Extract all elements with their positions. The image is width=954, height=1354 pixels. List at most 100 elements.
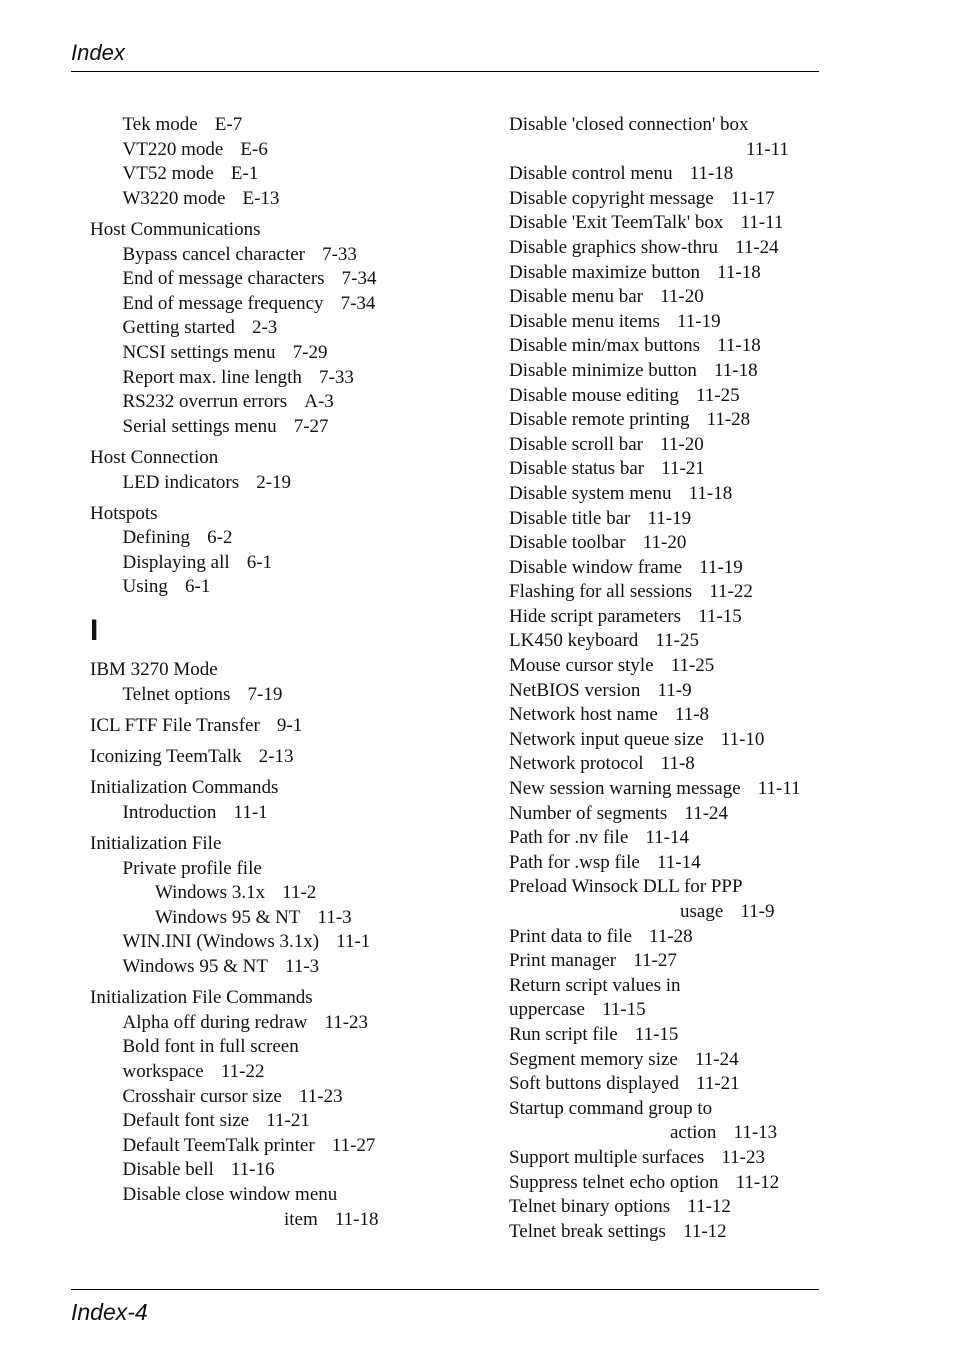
entry-text: Soft buttons displayed <box>509 1073 679 1095</box>
index-entry: Disable control menu 11-18 <box>509 162 829 187</box>
page-reference: 11-18 <box>713 359 758 381</box>
index-heading: Host Connection <box>90 446 219 468</box>
index-entry: Disable 'Exit TeemTalk' box 11-11 <box>509 211 829 236</box>
index-subentry: End of message characters 7-34 <box>90 267 490 292</box>
index-subentry: Default font size 11-21 <box>90 1109 490 1134</box>
entry-text: Disable scroll bar <box>509 433 644 455</box>
index-heading: Initialization File <box>90 833 222 854</box>
entry-text: Serial settings menu <box>122 415 277 437</box>
index-heading: IBM 3270 Mode <box>90 659 218 681</box>
entry-text: Suppress telnet echo option <box>509 1171 719 1193</box>
entry-text: Disable minimize button <box>509 359 697 381</box>
index-heading: Hotspots <box>90 502 158 524</box>
page-reference: 11-15 <box>634 1023 679 1045</box>
entry-text: End of message frequency <box>122 292 324 314</box>
entry-text: Print data to file <box>509 925 632 947</box>
index-group-icl-ftf: ICL FTF File Transfer 9-1 <box>90 714 490 739</box>
index-group-iconizing: Iconizing TeemTalk 2-13 <box>90 745 490 770</box>
entry-text: Telnet options <box>122 683 231 705</box>
index-entry: Suppress telnet echo option 11-12 <box>509 1171 829 1196</box>
index-group-init-file: Initialization File Private profile file… <box>90 832 490 980</box>
entry-text: LED indicators <box>122 471 240 493</box>
page-reference: 11-8 <box>674 704 710 726</box>
entry-text: VT220 mode <box>122 138 224 160</box>
entry-text: VT52 mode <box>122 163 214 185</box>
entry-text: Disable window frame <box>509 556 683 578</box>
index-entry: Disable mouse editing 11-25 <box>509 384 829 409</box>
page-reference: 11-18 <box>689 163 734 185</box>
entry-text: Hide script parameters <box>509 605 681 627</box>
page-reference: 11-15 <box>602 999 646 1021</box>
index-subentry: Crosshair cursor size 11-23 <box>90 1085 490 1110</box>
entry-text: Preload Winsock DLL for PPP <box>509 876 743 898</box>
index-entry: Number of segments 11-24 <box>509 802 829 827</box>
index-entry: Startup command group to <box>509 1097 829 1122</box>
entry-text: Crosshair cursor size <box>122 1085 282 1107</box>
page-reference: 11-23 <box>298 1085 343 1107</box>
page-reference: 11-21 <box>266 1110 310 1132</box>
entry-text: Disable menu items <box>509 310 660 332</box>
entry-text: Run script file <box>509 1023 618 1045</box>
index-entry: NetBIOS version 11-9 <box>509 679 829 704</box>
entry-text: WIN.INI (Windows 3.1x) <box>122 931 320 953</box>
index-entry: Support multiple surfaces 11-23 <box>509 1146 829 1171</box>
page-reference: 11-22 <box>220 1060 265 1082</box>
entry-text: Disable status bar <box>509 458 645 480</box>
entry-text: Displaying all <box>122 551 230 573</box>
index-subentry: Getting started 2-3 <box>90 316 490 341</box>
index-entry: Preload Winsock DLL for PPP <box>509 875 829 900</box>
entry-text: Using <box>122 576 168 598</box>
index-subheading: Private profile file <box>122 857 262 879</box>
page-reference: 11-18 <box>334 1208 379 1230</box>
page-reference: 11-19 <box>677 310 721 332</box>
index-entry-continuation: usage 11-9 <box>509 900 829 925</box>
page-reference: 7-33 <box>322 243 357 265</box>
entry-text: Tek mode <box>122 114 198 135</box>
page-reference: 11-11 <box>757 778 801 800</box>
index-entry: Disable remote printing 11-28 <box>509 408 829 433</box>
page-reference: E-1 <box>230 163 259 185</box>
page-reference: E-13 <box>242 187 280 209</box>
index-entry-continuation: 11-11 <box>509 138 829 163</box>
index-entry: Disable 'closed connection' box <box>509 113 829 138</box>
index-subentry: Defining 6-2 <box>90 526 490 551</box>
index-subentry: WIN.INI (Windows 3.1x) 11-1 <box>90 930 490 955</box>
entry-text: NCSI settings menu <box>122 341 276 363</box>
entry-text: Disable graphics show-thru <box>509 236 718 258</box>
entry-text: Disable control menu <box>509 163 673 185</box>
index-heading: Initialization Commands <box>90 777 279 799</box>
entry-text: Disable close window menu <box>122 1183 338 1205</box>
index-entry: Network protocol 11-8 <box>509 752 829 777</box>
index-subentry: W3220 mode E-13 <box>90 187 490 212</box>
page-number: Index-4 <box>71 1299 148 1325</box>
index-subentry: Disable close window menu <box>90 1183 490 1208</box>
page-reference: 11-14 <box>645 827 689 849</box>
index-entry: Flashing for all sessions 11-22 <box>509 580 829 605</box>
page-reference: 11-1 <box>233 801 268 823</box>
entry-text: RS232 overrun errors <box>122 391 288 413</box>
page-reference: 11-22 <box>709 581 753 603</box>
entry-text: Return script values in <box>509 974 681 996</box>
entry-text: Support multiple surfaces <box>509 1146 705 1168</box>
entry-text: item <box>284 1208 318 1230</box>
page-reference: 11-28 <box>706 409 751 431</box>
page-reference: 2-19 <box>256 471 292 493</box>
page-reference: 11-11 <box>740 212 784 234</box>
entry-text: Windows 3.1x <box>155 882 266 904</box>
entry-text: Disable maximize button <box>509 261 701 283</box>
entry-text: Network protocol <box>509 753 644 775</box>
index-subentry-continuation: item 11-18 <box>90 1208 490 1233</box>
page-reference: 11-25 <box>670 655 715 677</box>
entry-text: Number of segments <box>509 802 668 824</box>
index-subentry: VT220 mode E-6 <box>90 138 490 163</box>
page-reference: 11-20 <box>660 286 704 308</box>
entry-text: action <box>670 1122 717 1144</box>
page-reference: 6-2 <box>207 527 233 549</box>
page-reference: 7-27 <box>293 415 329 437</box>
index-column-right: Disable 'closed connection' box 11-11 Disa… <box>509 113 829 1244</box>
page-reference: 6-1 <box>246 551 273 573</box>
index-entry: Disable min/max buttons 11-18 <box>509 334 829 359</box>
entry-text: Segment memory size <box>509 1048 678 1070</box>
index-heading: Host Communications <box>90 218 261 240</box>
index-entry: Network host name 11-8 <box>509 703 829 728</box>
